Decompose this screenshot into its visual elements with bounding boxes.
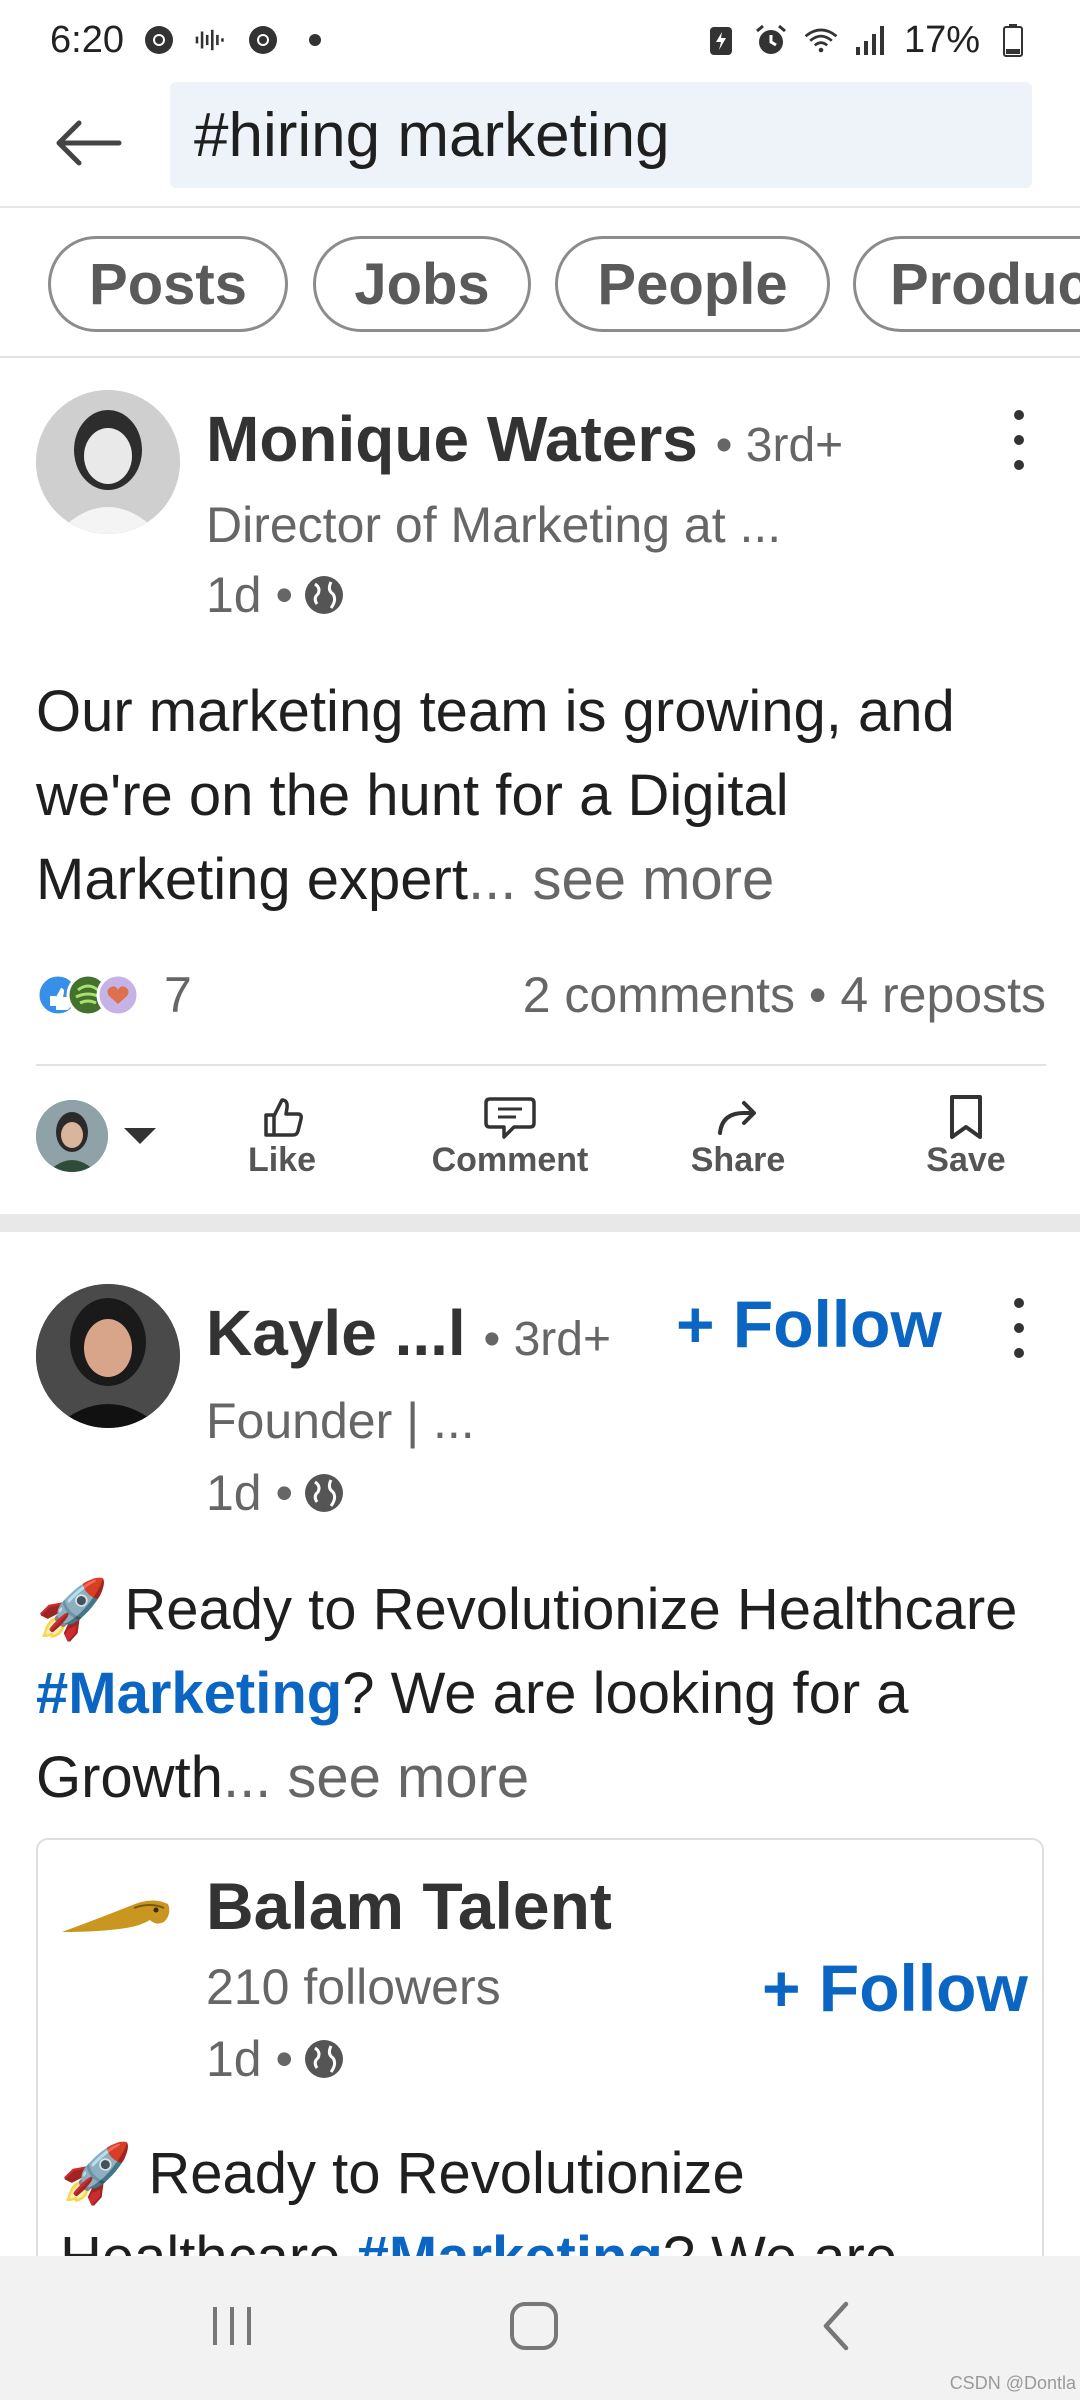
battery-percent: 17% [903,18,980,61]
hashtag-link[interactable]: #Marketing [36,1661,342,1726]
hashtag-link[interactable]: #Marketing [357,2225,663,2256]
save-button[interactable]: Save [876,1066,1056,1206]
share-button[interactable]: Share [648,1066,828,1206]
home-icon [510,2302,558,2350]
rocket-emoji: 🚀 [36,1577,109,1642]
post-meta: 1d • [206,1464,345,1522]
feed-post: Monique Waters • 3rd+ Director of Market… [0,360,1080,1210]
follow-button[interactable]: + Follow [676,1286,942,1362]
comments-reposts[interactable]: 2 comments • 4 reposts [523,966,1046,1024]
watermark: CSDN @Dontla [949,2373,1076,2393]
author-avatar[interactable] [36,390,180,534]
see-more-link[interactable]: see more [516,847,774,912]
battery-saver-icon [704,23,738,57]
signal-icon [854,23,888,57]
like-icon [264,1097,303,1137]
shared-post-time: 1d • [206,2031,294,2087]
reaction-count[interactable]: 7 [164,966,192,1024]
post-time: 1d • [206,567,294,623]
reactions-icon[interactable] [36,970,156,1020]
post-body[interactable]: 🚀 Ready to Revolutionize Healthcare #Mar… [36,1568,1046,1820]
like-button[interactable]: Like [192,1066,372,1206]
post-time: 1d • [206,1465,294,1521]
author-avatar[interactable] [36,1284,180,1428]
share-icon [718,1100,756,1135]
author-name[interactable]: Monique Waters • 3rd+ [206,402,843,476]
filter-products[interactable]: Produc [853,236,1080,332]
chrome-icon [246,23,280,57]
audio-icon [194,23,228,57]
search-input[interactable]: #hiring marketing [170,82,1032,188]
filter-people[interactable]: People [555,236,830,332]
search-header: #hiring marketing [0,80,1080,208]
wifi-icon [804,23,838,57]
arrow-left-icon [56,120,122,166]
more-options-icon[interactable] [1004,1298,1034,1358]
filter-posts[interactable]: Posts [48,236,288,332]
battery-icon [996,23,1030,57]
company-followers: 210 followers [206,1959,501,2015]
company-logo[interactable] [60,1892,174,1942]
rocket-emoji: 🚀 [60,2141,133,2206]
shared-post-meta: 1d • [206,2030,345,2088]
alarm-icon [754,23,788,57]
globe-icon [305,576,344,614]
post-divider [0,1214,1080,1232]
recents-icon [213,2307,251,2345]
clock: 6:20 [50,18,124,61]
post-actions: Like Comment Share Save [0,1066,1080,1206]
user-avatar [36,1100,108,1172]
author-headline: Director of Marketing at ... [206,497,782,553]
connection-degree: • 3rd+ [483,1313,612,1366]
follow-company-button[interactable]: + Follow [762,1950,1028,2026]
chevron-left-icon [823,2301,849,2351]
caret-down-icon [124,1128,156,1144]
post-meta: 1d • [206,566,345,624]
bookmark-icon [950,1094,982,1139]
chrome-icon [142,23,176,57]
feed-post: Kayle ...l • 3rd+ + Follow Founder | ...… [0,1232,1080,2256]
author-name[interactable]: Kayle ...l • 3rd+ [206,1296,611,1370]
system-nav-bar: CSDN @Dontla [0,2256,1080,2400]
shared-post-body[interactable]: 🚀 Ready to Revolutionize Healthcare #Mar… [60,2132,1030,2256]
comment-icon [484,1096,536,1139]
comment-button[interactable]: Comment [420,1066,600,1206]
connection-degree: • 3rd+ [715,419,844,472]
more-options-icon[interactable] [1004,410,1034,470]
globe-icon [305,1474,344,1512]
see-more-link[interactable]: see more [271,1745,529,1810]
social-counts: 7 2 comments • 4 reposts [36,960,1046,1030]
act-as-selector[interactable] [36,1094,186,1178]
recent-apps-button[interactable] [182,2286,282,2366]
home-button[interactable] [484,2286,584,2366]
status-bar: 6:20 17% [0,0,1080,80]
author-headline: Founder | ... [206,1393,475,1449]
system-back-button[interactable] [786,2286,886,2366]
globe-icon [305,2040,344,2078]
shared-post-card[interactable]: Balam Talent 210 followers + Follow 1d •… [36,1838,1044,2256]
filter-chips: Posts Jobs People Produc [0,210,1080,358]
filter-jobs[interactable]: Jobs [313,236,531,332]
post-body[interactable]: Our marketing team is growing, and we're… [36,670,1046,922]
back-button[interactable] [38,93,138,193]
company-name[interactable]: Balam Talent [206,1868,612,1944]
dot-icon [298,23,332,57]
